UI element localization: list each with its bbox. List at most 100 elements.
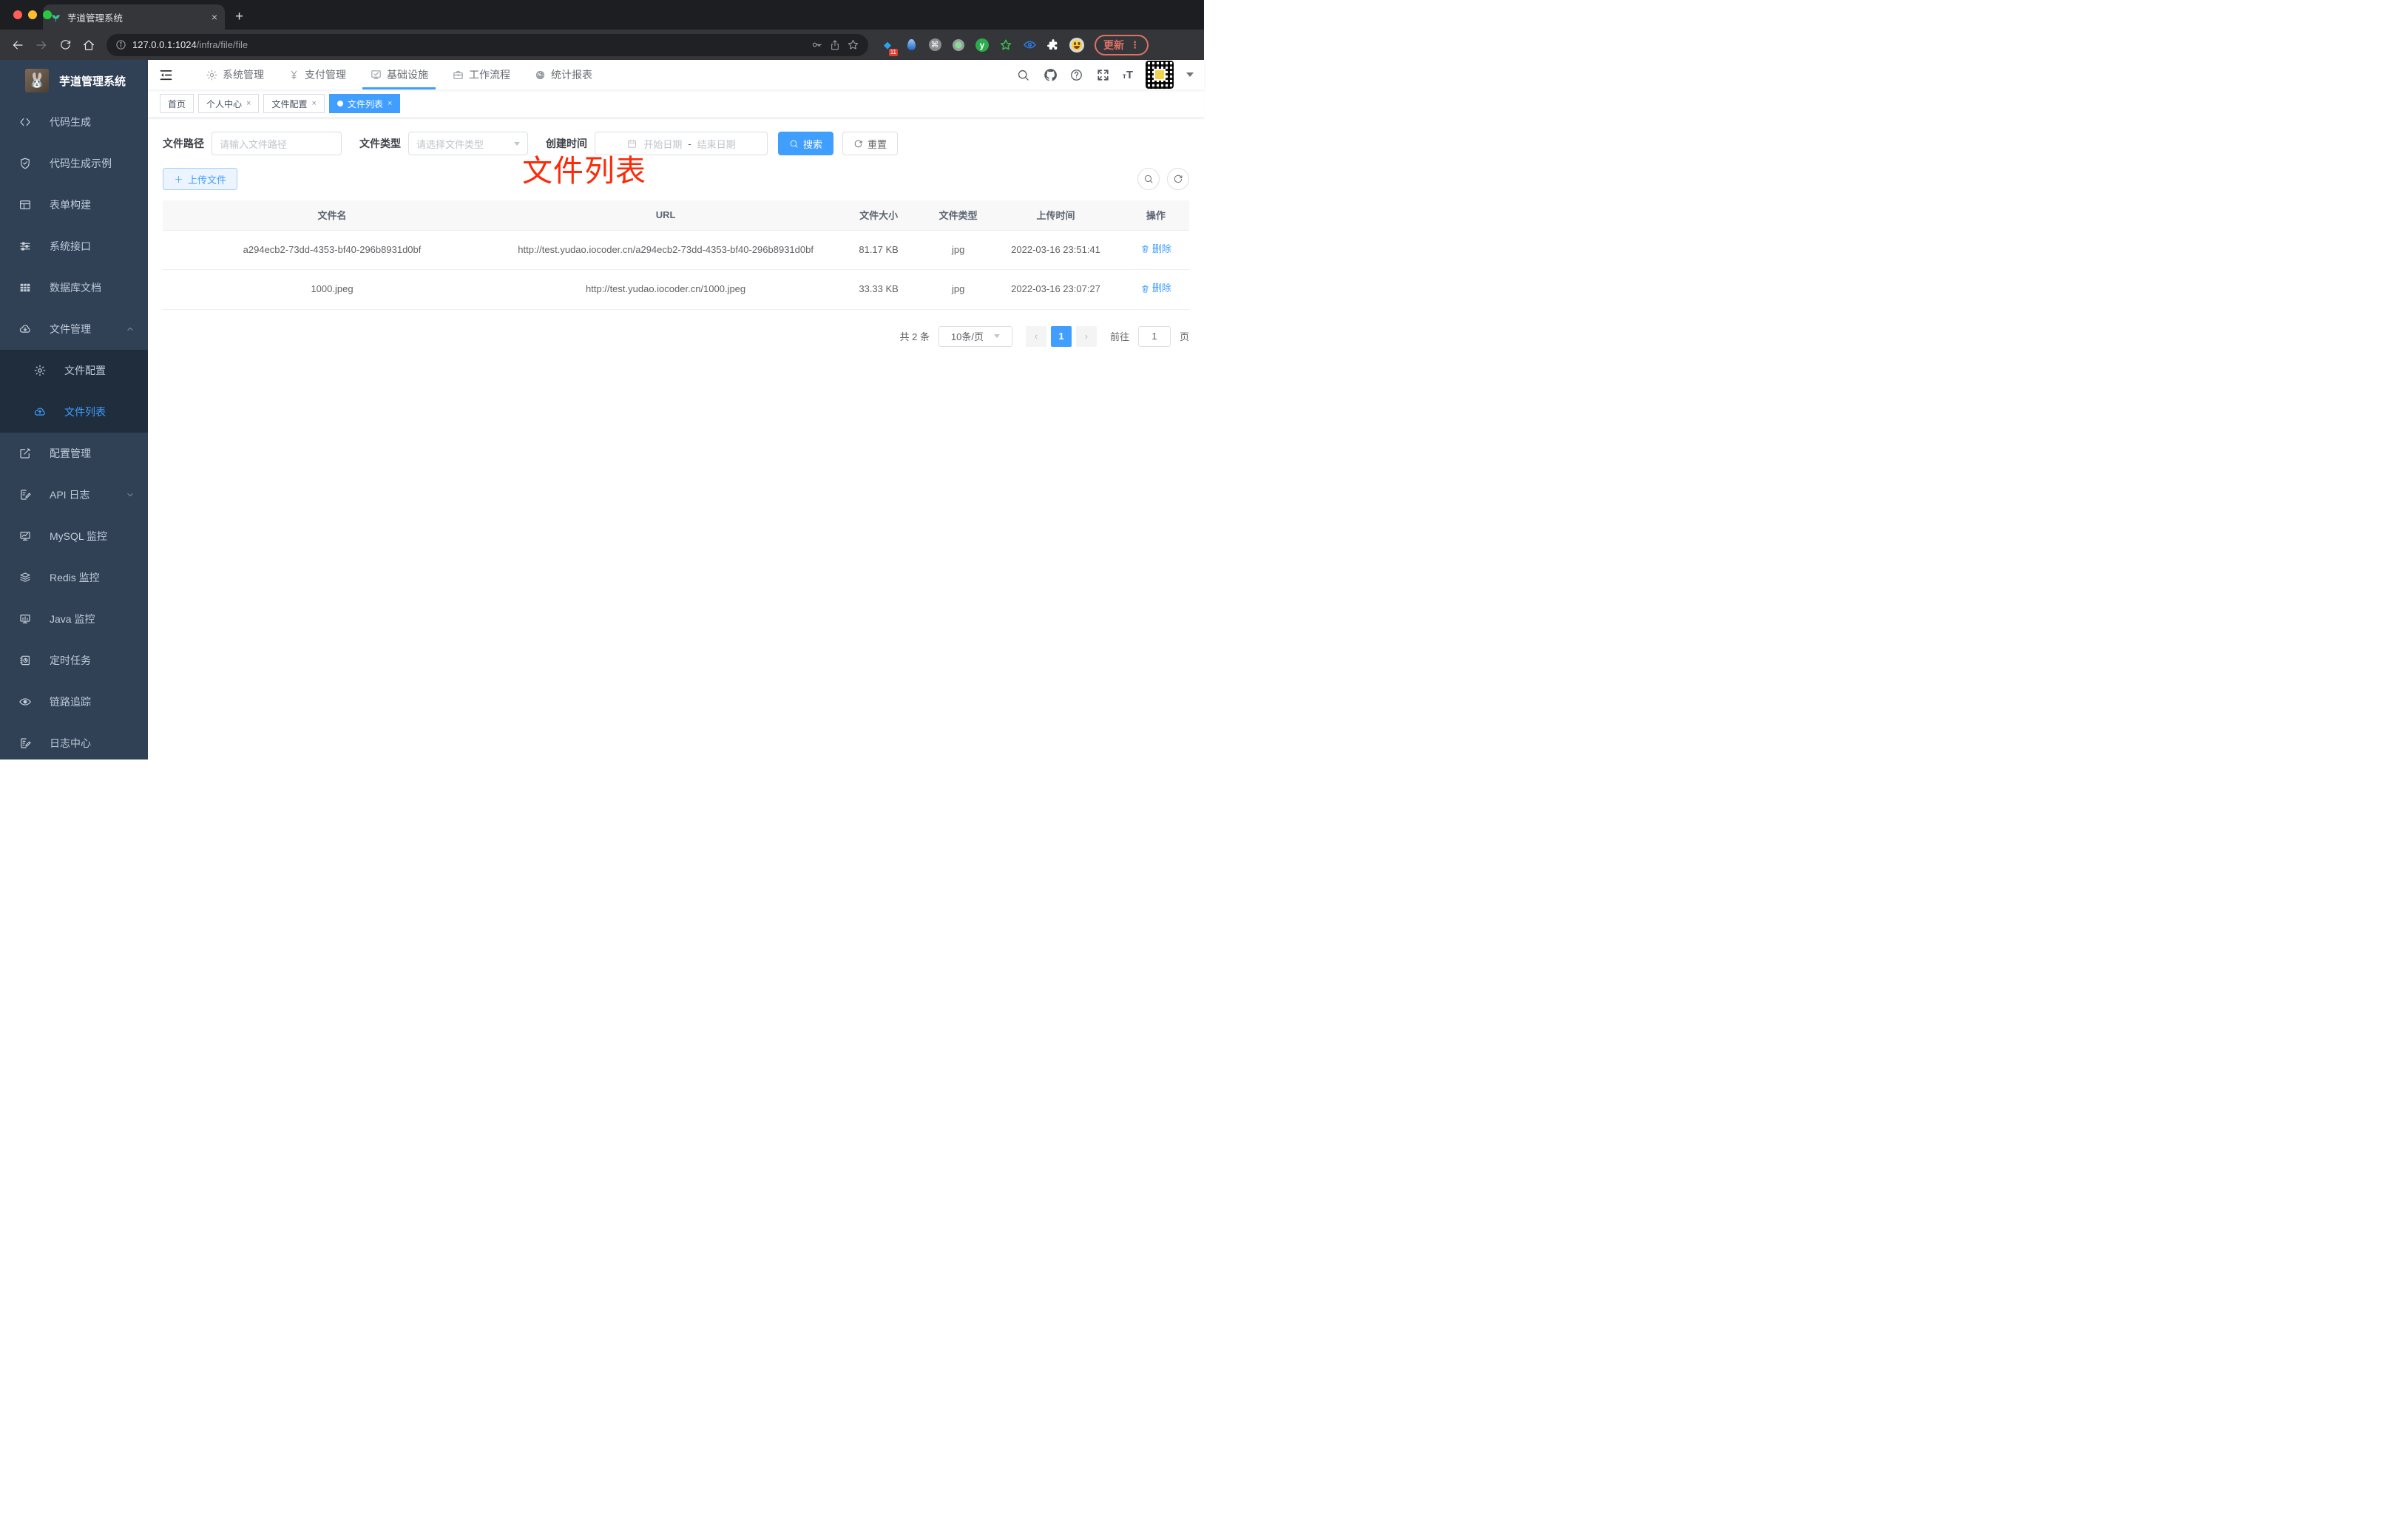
goto-page-input[interactable]: 1	[1137, 325, 1171, 347]
sidebar-item-定时任务[interactable]: 定时任务	[0, 640, 148, 681]
reload-icon[interactable]	[55, 35, 75, 55]
toggle-search-icon[interactable]	[1137, 168, 1160, 190]
sidebar-item-文件列表[interactable]: 文件列表	[0, 391, 148, 433]
avatar-caret-down-icon[interactable]	[1186, 72, 1194, 77]
page-tab-首页[interactable]: 首页	[160, 94, 195, 113]
goto-prefix: 前往	[1109, 331, 1129, 343]
sidebar-item-日志中心[interactable]: 日志中心	[0, 723, 148, 760]
help-question-icon[interactable]	[1069, 68, 1083, 82]
file-type-select[interactable]: 请选择文件类型	[408, 132, 528, 155]
green-star-extension-icon[interactable]	[998, 38, 1013, 53]
cell-size: 81.17 KB	[830, 230, 928, 271]
sidebar-item-文件配置[interactable]: 文件配置	[0, 350, 148, 391]
emoji-extension-icon[interactable]	[1069, 37, 1084, 53]
fullscreen-icon[interactable]	[1096, 68, 1110, 82]
minimize-window-button[interactable]	[28, 10, 37, 19]
bookmark-star-icon[interactable]	[847, 38, 859, 51]
site-info-icon[interactable]	[115, 39, 126, 50]
home-icon[interactable]	[78, 35, 99, 55]
content-area: 文件路径 请输入文件路径 文件类型 请选择文件类型 创建时间 开始日期 - 结束…	[148, 118, 1204, 760]
search-button[interactable]: 搜索	[778, 132, 834, 155]
tab-close-icon[interactable]: ×	[388, 99, 392, 108]
url-path: /infra/file/file	[196, 39, 248, 50]
next-page-button[interactable]: ›	[1075, 325, 1097, 347]
select-caret-icon	[514, 141, 520, 146]
upload-file-button[interactable]: 上传文件	[163, 168, 238, 190]
extensions-row: ◆ 11 ⌘ y	[880, 37, 1084, 56]
password-key-icon[interactable]	[811, 38, 823, 51]
tab-close-icon[interactable]: ×	[246, 99, 251, 108]
tab-close-icon[interactable]: ×	[311, 99, 316, 108]
page-tab-文件配置[interactable]: 文件配置 ×	[263, 94, 325, 113]
maximize-window-button[interactable]	[43, 10, 52, 19]
sidebar: 🐰 芋道管理系统 代码生成 代码生成示例 表单构建 系统接口 数据库文档 文件管理 文件配置…	[0, 60, 148, 760]
page-size-select[interactable]: 10条/页	[938, 325, 1012, 347]
top-menu-item-系统管理[interactable]: 系统管理	[194, 60, 276, 89]
sidebar-item-表单构建[interactable]: 表单构建	[0, 184, 148, 226]
page-tab-个人中心[interactable]: 个人中心 ×	[198, 94, 260, 113]
tab-close-icon[interactable]: ×	[212, 11, 217, 23]
current-page-button[interactable]: 1	[1050, 325, 1072, 347]
sidebar-item-label: 代码生成示例	[50, 158, 112, 169]
search-icon[interactable]	[1016, 68, 1030, 82]
sidebar-item-Redis 监控[interactable]: Redis 监控	[0, 557, 148, 598]
back-icon[interactable]	[7, 35, 28, 55]
font-size-icon[interactable]: тT	[1123, 69, 1133, 81]
browser-tab[interactable]: 芋道管理系统 ×	[43, 4, 225, 30]
sidebar-item-链路追踪[interactable]: 链路追踪	[0, 681, 148, 723]
sidebar-item-文件管理[interactable]: 文件管理	[0, 308, 148, 350]
url-text[interactable]: 127.0.0.1:1024/infra/file/file	[132, 39, 805, 50]
close-window-button[interactable]	[13, 10, 22, 19]
forward-icon[interactable]	[31, 35, 52, 55]
delete-link[interactable]: 删除	[1140, 241, 1171, 257]
reset-button[interactable]: 重置	[842, 132, 899, 155]
pin-extension-icon[interactable]: ◆ 11	[880, 38, 898, 56]
share-icon[interactable]	[829, 39, 841, 51]
puzzle-extension-icon[interactable]	[1046, 38, 1061, 53]
file-path-input[interactable]: 请输入文件路径	[212, 132, 342, 155]
sidebar-submenu: 文件配置 文件列表	[0, 350, 148, 433]
top-menu-item-基础设施[interactable]: 基础设施	[358, 60, 440, 89]
app-header: 系统管理 支付管理 基础设施 工作流程 统计报表 тT	[148, 60, 1204, 89]
sidebar-item-API 日志[interactable]: API 日志	[0, 474, 148, 515]
top-menu-item-工作流程[interactable]: 工作流程	[440, 60, 522, 89]
browser-menu-icon[interactable]: ⋮	[1130, 39, 1140, 51]
top-menu-item-支付管理[interactable]: 支付管理	[276, 60, 358, 89]
command-extension-icon[interactable]: ⌘	[927, 38, 942, 53]
top-menu-item-统计报表[interactable]: 统计报表	[522, 60, 604, 89]
pagination-total: 共 2 条	[899, 331, 930, 343]
sidebar-item-代码生成示例[interactable]: 代码生成示例	[0, 143, 148, 184]
sliders-icon	[20, 242, 30, 251]
balloon-extension-icon[interactable]	[904, 38, 919, 53]
sidebar-collapse-icon[interactable]	[158, 67, 175, 83]
sidebar-item-MySQL 监控[interactable]: MySQL 监控	[0, 515, 148, 557]
sidebar-item-Java 监控[interactable]: Java 监控	[0, 598, 148, 640]
avatar-qr-code[interactable]	[1146, 61, 1174, 89]
window-controls[interactable]	[13, 10, 52, 19]
sidebar-item-数据库文档[interactable]: 数据库文档	[0, 267, 148, 308]
new-tab-button[interactable]: +	[235, 9, 243, 25]
date-range-picker[interactable]: 开始日期 - 结束日期	[595, 132, 768, 155]
column-header-上传时间: 上传时间	[989, 200, 1123, 231]
sidebar-item-代码生成[interactable]: 代码生成	[0, 101, 148, 143]
trash-icon	[1141, 245, 1149, 253]
end-date-placeholder: 结束日期	[697, 138, 736, 150]
delete-link[interactable]: 删除	[1140, 280, 1171, 297]
prev-page-button[interactable]: ‹	[1025, 325, 1046, 347]
goto-page-value: 1	[1151, 331, 1157, 342]
refresh-table-icon[interactable]	[1167, 168, 1189, 190]
page-tab-文件列表[interactable]: 文件列表 ×	[328, 94, 401, 113]
github-icon[interactable]	[1043, 67, 1057, 83]
table-row: a294ecb2-73dd-4353-bf40-296b8931d0bf http…	[163, 230, 1189, 271]
cell-type: jpg	[927, 230, 990, 271]
blue-eye-extension-icon[interactable]	[1022, 38, 1037, 53]
create-time-label: 创建时间	[546, 138, 587, 149]
record-extension-icon[interactable]	[951, 38, 966, 53]
sidebar-item-系统接口[interactable]: 系统接口	[0, 226, 148, 267]
address-bar[interactable]: 127.0.0.1:1024/infra/file/file	[106, 33, 868, 56]
browser-update-button[interactable]: 更新 ⋮	[1095, 34, 1149, 55]
update-label: 更新	[1103, 38, 1124, 51]
cell-name: a294ecb2-73dd-4353-bf40-296b8931d0bf	[163, 230, 502, 271]
yuque-extension-icon[interactable]: y	[975, 38, 990, 53]
sidebar-item-配置管理[interactable]: 配置管理	[0, 433, 148, 474]
